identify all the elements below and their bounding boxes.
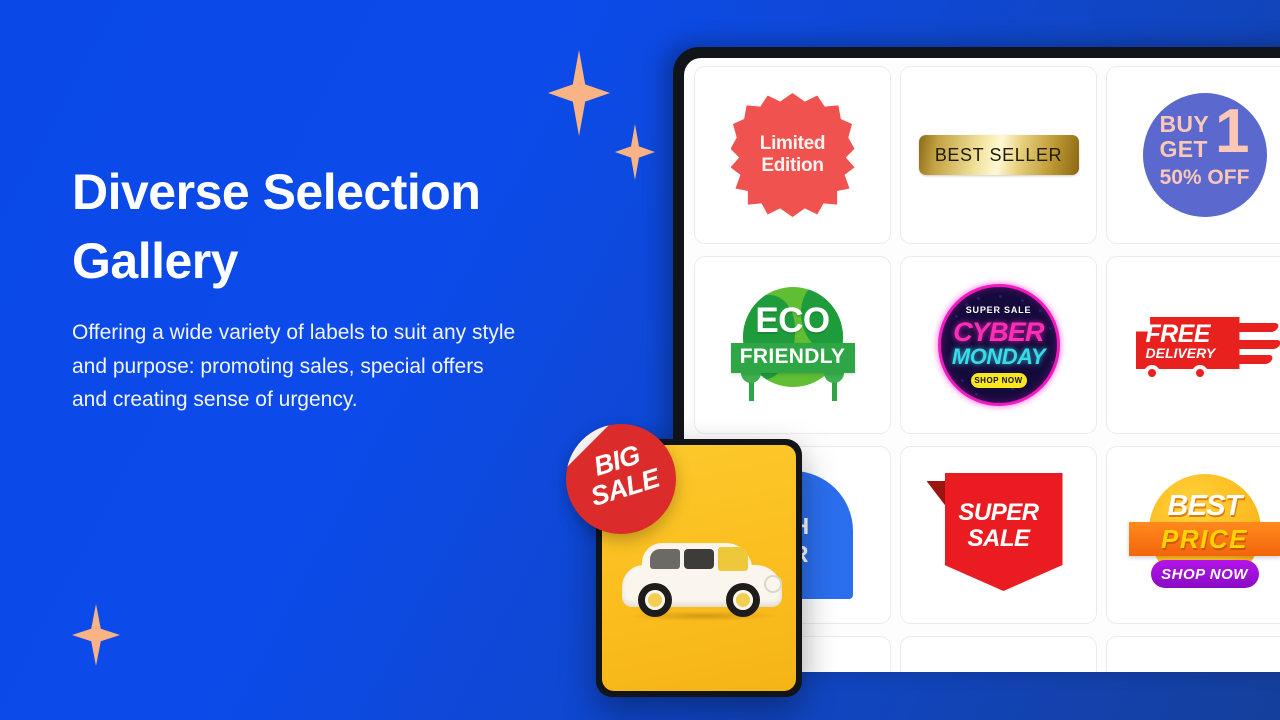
car-wheel xyxy=(726,583,760,617)
gallery-cell-cyber-monday[interactable]: SUPER SALE CYBER MONDAY SHOP NOW xyxy=(900,256,1097,434)
hero-description: Offering a wide variety of labels to sui… xyxy=(72,321,516,412)
cyber-eyebrow: SUPER SALE xyxy=(965,305,1032,315)
buy-one-get-fifty-badge: BUY GET 1 50% OFF xyxy=(1142,93,1267,217)
car-windshield xyxy=(718,547,748,571)
sparkle-icon xyxy=(72,604,120,666)
circuit-dot-icon xyxy=(960,379,964,382)
tree-icon xyxy=(823,363,844,401)
best-price-line-2: PRICE xyxy=(1161,524,1248,554)
buyget-discount: 50% OFF xyxy=(1159,166,1250,189)
cyber-line-2: MONDAY xyxy=(951,344,1046,369)
free-delivery-badge: FREE DELIVERY xyxy=(1130,303,1280,387)
car-wheel xyxy=(638,583,672,617)
gallery-cell-coming-soon[interactable]: COMING SOON! xyxy=(900,636,1097,672)
limited-edition-badge: Limited Edition xyxy=(730,93,855,217)
free-delivery-line-2: DELIVERY xyxy=(1145,345,1216,361)
circuit-dot-icon xyxy=(996,401,1000,403)
hero-copy: Diverse Selection Gallery Offering a wid… xyxy=(72,158,542,417)
sparkle-icon xyxy=(548,50,610,136)
circuit-dot-icon xyxy=(1022,397,1026,400)
best-price-badge: BEST PRICE SHOP NOW xyxy=(1127,472,1280,598)
gallery-cell-eco-friendly[interactable]: ECO FRIENDLY xyxy=(694,256,891,434)
car-window xyxy=(684,549,714,569)
cyber-cta[interactable]: SHOP NOW xyxy=(970,373,1027,388)
super-sale-line-1: SUPER xyxy=(958,499,1039,526)
circuit-dot-icon xyxy=(974,393,978,396)
tree-icon xyxy=(740,363,761,401)
super-sale-badge: SUPER SALE xyxy=(926,473,1063,597)
promo-banner: Diverse Selection Gallery Offering a wid… xyxy=(0,0,1280,720)
gallery-cell-free-delivery[interactable]: FREE DELIVERY xyxy=(1106,256,1280,434)
gallery-cell-super-sale[interactable]: SUPER SALE xyxy=(900,446,1097,624)
gallery-cell-teal-arc[interactable] xyxy=(1106,636,1280,672)
big-sale-sticker[interactable]: BIG SALE xyxy=(566,424,676,534)
car-window xyxy=(650,549,680,569)
limited-edition-text: Limited Edition xyxy=(759,132,826,176)
sparkle-icon xyxy=(615,124,655,180)
best-price-cta[interactable]: SHOP NOW xyxy=(1150,560,1259,588)
gallery-cell-limited-edition[interactable]: Limited Edition xyxy=(694,66,891,244)
buyget-quantity: 1 xyxy=(1215,97,1250,166)
super-sale-line-2: SALE xyxy=(967,525,1030,552)
eco-friendly-badge: ECO FRIENDLY xyxy=(730,287,855,403)
circuit-dot-icon xyxy=(1040,383,1044,386)
gallery-cell-best-price[interactable]: BEST PRICE SHOP NOW xyxy=(1106,446,1280,624)
page-title: Diverse Selection Gallery xyxy=(72,164,481,289)
eco-line-2: FRIENDLY xyxy=(739,345,846,368)
car-headlight xyxy=(764,575,782,593)
truck-wheel-icon xyxy=(1143,365,1160,381)
best-price-line-1: BEST xyxy=(1167,490,1242,522)
best-seller-badge: BEST SELLER xyxy=(918,135,1079,175)
circuit-dot-icon xyxy=(976,297,980,300)
cyber-monday-badge: SUPER SALE CYBER MONDAY SHOP NOW xyxy=(937,284,1060,406)
truck-wheel-icon xyxy=(1191,365,1208,381)
gallery-cell-best-seller[interactable]: BEST SELLER xyxy=(900,66,1097,244)
best-seller-label: BEST SELLER xyxy=(934,144,1063,165)
car-product-image xyxy=(618,539,786,621)
gallery-cell-buy-one-get-fifty[interactable]: BUY GET 1 50% OFF xyxy=(1106,66,1280,244)
circuit-dot-icon xyxy=(1020,299,1024,302)
eco-line-1: ECO xyxy=(755,301,830,340)
buyget-line-1: BUY xyxy=(1159,111,1209,137)
circuit-dot-icon xyxy=(998,295,1002,298)
buyget-line-2: GET xyxy=(1159,136,1208,162)
